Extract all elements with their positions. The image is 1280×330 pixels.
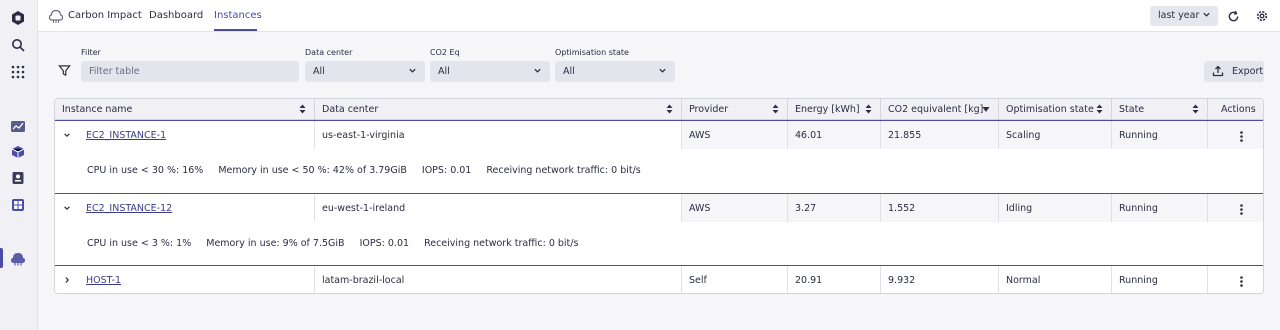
cell-co2: 21.855	[881, 121, 999, 149]
cell-provider: AWS	[682, 194, 788, 222]
column-header-co2-equivalent[interactable]: CO2 equivalent [kg]	[881, 99, 999, 120]
timeframe-label: last year	[1158, 10, 1200, 21]
sort-icon	[1096, 104, 1103, 117]
more-actions-icon[interactable]	[1235, 274, 1247, 288]
export-button[interactable]: Export	[1204, 61, 1264, 82]
column-header-data-center[interactable]: Data center	[315, 99, 682, 120]
cell-energy: 46.01	[788, 121, 881, 149]
optimisation-state-label: Optimisation state	[555, 48, 629, 57]
instances-table: Instance name Data center Provider Energ…	[54, 98, 1264, 294]
table-row[interactable]: EC2_INSTANCE-12 eu-west-1-ireland AWS 3.…	[55, 193, 1263, 222]
co2-eq-label: CO2 Eq	[430, 48, 460, 57]
chevron-down-icon	[1202, 10, 1211, 22]
sort-icon	[299, 104, 306, 117]
chevron-down-icon[interactable]	[63, 131, 71, 142]
dashboard-icon[interactable]	[9, 196, 27, 214]
export-icon	[1212, 65, 1224, 77]
more-actions-icon[interactable]	[1235, 202, 1247, 216]
sort-icon	[772, 104, 779, 117]
detail-network: Receiving network traffic: 0 bit/s	[424, 238, 579, 249]
cell-instance-name[interactable]: EC2_INSTANCE-12	[55, 194, 315, 222]
book-icon[interactable]	[9, 169, 27, 187]
cell-energy: 3.27	[788, 194, 881, 222]
chevron-down-icon	[658, 66, 667, 78]
row-details: CPU in use < 3 %: 1% Memory in use: 9% o…	[55, 222, 1263, 266]
top-bar: Carbon Impact Dashboard Instances last y…	[38, 0, 1280, 32]
column-header-actions: Actions	[1208, 99, 1263, 120]
cell-state: Running	[1112, 194, 1208, 222]
carbon-impact-logo-icon	[48, 8, 64, 24]
detail-iops: IOPS: 0.01	[421, 165, 472, 176]
data-center-label: Data center	[305, 48, 353, 57]
tab-instances[interactable]: Instances	[214, 10, 262, 21]
cube-icon[interactable]	[9, 143, 27, 161]
cell-state: Running	[1112, 121, 1208, 149]
apps-grid-icon[interactable]	[9, 63, 27, 81]
rail-active-indicator	[0, 248, 3, 268]
cell-provider: Self	[682, 266, 788, 293]
chevron-down-icon[interactable]	[63, 204, 71, 215]
detail-memory: Memory in use < 50 %: 42% of 3.79GiB	[218, 165, 407, 176]
chevron-right-icon[interactable]	[63, 276, 71, 287]
filter-label: Filter	[81, 48, 101, 57]
cell-provider: AWS	[682, 121, 788, 149]
app-title: Carbon Impact	[68, 10, 142, 21]
detail-cpu: CPU in use < 3 %: 1%	[87, 238, 192, 249]
data-center-value: All	[313, 66, 325, 77]
filter-icon[interactable]	[58, 64, 72, 78]
cell-optimisation-state: Scaling	[999, 121, 1112, 149]
left-rail	[0, 0, 38, 330]
column-header-instance-name[interactable]: Instance name	[55, 99, 315, 120]
more-actions-icon[interactable]	[1235, 129, 1247, 143]
export-label: Export	[1232, 66, 1264, 77]
detail-memory: Memory in use: 9% of 7.5GiB	[206, 238, 345, 249]
column-header-energy[interactable]: Energy [kWh]	[788, 99, 881, 120]
instance-link[interactable]: HOST-1	[86, 275, 121, 286]
chevron-down-icon	[408, 66, 417, 78]
column-header-optimisation-state[interactable]: Optimisation state	[999, 99, 1112, 120]
table-row[interactable]: HOST-1 latam-brazil-local Self 20.91 9.9…	[55, 265, 1263, 293]
detail-iops: IOPS: 0.01	[359, 238, 410, 249]
cell-energy: 20.91	[788, 266, 881, 293]
cell-instance-name[interactable]: HOST-1	[55, 266, 315, 293]
data-center-select[interactable]: All	[305, 61, 425, 82]
tab-dashboard[interactable]: Dashboard	[149, 10, 203, 21]
cell-co2: 9.932	[881, 266, 999, 293]
co2-eq-select[interactable]: All	[430, 61, 550, 82]
search-icon[interactable]	[9, 36, 27, 54]
optimisation-state-value: All	[563, 66, 575, 77]
chevron-down-icon	[533, 66, 542, 78]
sort-icon	[1192, 104, 1199, 117]
cell-instance-name[interactable]: EC2_INSTANCE-1	[55, 121, 315, 149]
cell-optimisation-state: Idling	[999, 194, 1112, 222]
row-details: CPU in use < 30 %: 16% Memory in use < 5…	[55, 149, 1263, 193]
gear-icon[interactable]	[1254, 8, 1270, 24]
cell-data-center: us-east-1-virginia	[315, 121, 682, 149]
active-tab-underline	[214, 29, 257, 31]
carbon-impact-icon[interactable]	[9, 249, 27, 267]
cell-data-center: latam-brazil-local	[315, 266, 682, 293]
sort-desc-icon	[982, 104, 990, 117]
app-logo-icon[interactable]	[9, 9, 27, 27]
sort-icon	[666, 104, 673, 117]
instance-link[interactable]: EC2_INSTANCE-12	[86, 203, 172, 214]
cell-optimisation-state: Normal	[999, 266, 1112, 293]
co2-eq-value: All	[438, 66, 450, 77]
detail-network: Receiving network traffic: 0 bit/s	[486, 165, 641, 176]
sort-icon	[865, 104, 872, 117]
chart-icon[interactable]	[9, 117, 27, 135]
optimisation-state-select[interactable]: All	[555, 61, 675, 82]
instance-link[interactable]: EC2_INSTANCE-1	[86, 130, 166, 141]
cell-data-center: eu-west-1-ireland	[315, 194, 682, 222]
table-row[interactable]: EC2_INSTANCE-1 us-east-1-virginia AWS 46…	[55, 120, 1263, 149]
filter-table-input[interactable]	[81, 61, 299, 82]
column-header-provider[interactable]: Provider	[682, 99, 788, 120]
detail-cpu: CPU in use < 30 %: 16%	[87, 165, 204, 176]
cell-co2: 1.552	[881, 194, 999, 222]
cell-state: Running	[1112, 266, 1208, 293]
timeframe-selector[interactable]: last year	[1150, 6, 1218, 26]
column-header-state[interactable]: State	[1112, 99, 1208, 120]
refresh-icon[interactable]	[1225, 8, 1241, 24]
